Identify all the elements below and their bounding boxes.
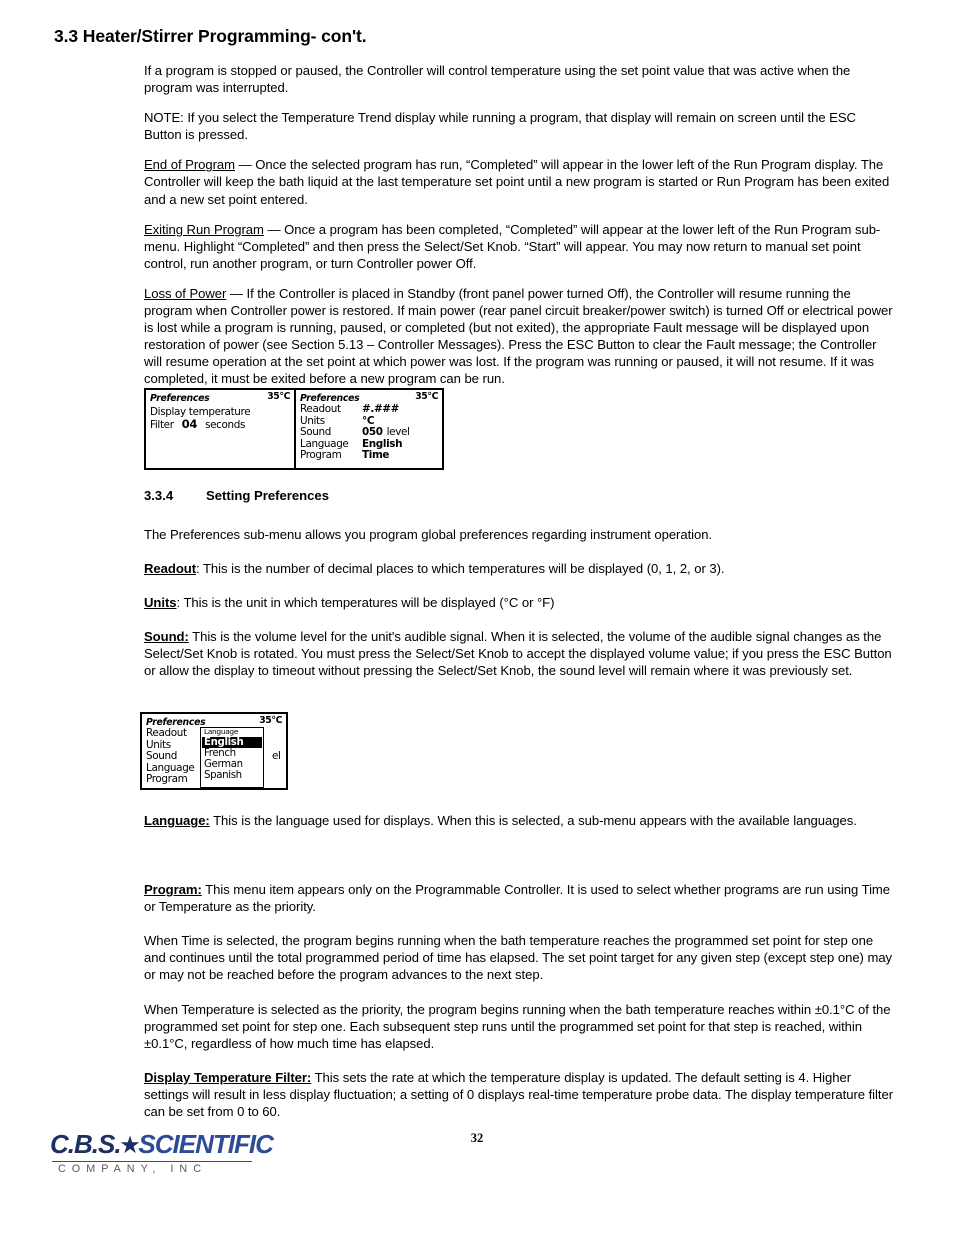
lcd-pair: Preferences 35°C Display temperature Fil… [144,388,444,470]
sound-text: This is the volume level for the unit's … [144,629,892,679]
loss-of-power-label: Loss of Power [144,285,227,301]
subsection-number: 3.3.4 [144,488,174,503]
lcd-filter-units: seconds [205,419,246,431]
paragraph-display-temperature-filter: Display Temperature Filter: This sets th… [144,1069,894,1120]
language-submenu-title: Language [204,727,239,736]
paragraph-loss-of-power: Loss of Power — If the Controller is pla… [144,285,894,388]
readout-text: : This is the number of decimal places t… [196,561,725,577]
paragraph-note: NOTE: If you select the Temperature Tren… [144,110,856,143]
program-text: This menu item appears only on the Progr… [144,882,891,915]
language-label: Language: [144,813,210,828]
lcd-row-partial-value: el [272,750,281,763]
lcd-row-readout: Readout #.### [300,403,438,416]
lcd-panel-preferences-list: Preferences 35°C Readout #.### Units °C So… [294,390,442,468]
paragraph-temperature-priority: When Temperature is selected as the prio… [144,1001,891,1051]
sound-label: Sound: [144,629,189,645]
exiting-run-program-label: Exiting Run Program [144,221,264,237]
paragraph-preferences-intro: The Preferences sub-menu allows you prog… [144,527,713,542]
end-of-program-text: — Once the selected program has run, “Co… [144,157,890,207]
figure-preferences-screens: Preferences 35°C Display temperature Fil… [144,388,444,470]
language-program-descriptions: Language: This is the language used for … [144,812,894,1133]
preferences-descriptions: The Preferences sub-menu allows you prog… [144,526,894,693]
subsection-block: 3.3.4 Setting Preferences [144,488,894,503]
language-text: This is the language used for displays. … [209,813,857,828]
language-option-english[interactable]: English [202,736,262,748]
end-of-program-label: End of Program [144,157,236,173]
body-column: If a program is stopped or paused, the C… [144,62,894,401]
lcd-line-filter: Filter 04 seconds [150,418,290,431]
lcd-row-value: #.### [362,403,400,415]
lcd-row-label: Readout [300,403,341,415]
language-option-french[interactable]: French [202,748,262,759]
lcd-temperature-readout: 35°C [415,391,438,402]
paragraph-end-of-program: End of Program — Once the selected progr… [144,156,894,207]
figure-language-submenu-screen: Preferences 35°C Readout Units Sound el L… [140,712,288,790]
page-number: 32 [470,1131,484,1145]
lcd-title: Preferences [150,393,210,404]
units-text: : This is the unit in which temperatures… [176,595,555,611]
lcd-header: Preferences 35°C [150,391,290,404]
lcd-row-label: Program [146,773,188,786]
display-temperature-filter-label: Display Temperature Filter: [144,1069,312,1085]
program-label: Program: [144,882,202,898]
logo-subtitle: COMPANY, INC [58,1163,207,1175]
paragraph-program: Program: This menu item appears only on … [144,881,894,915]
logo-divider [52,1161,252,1162]
subsection-title: Setting Preferences [206,488,329,503]
lcd-row-program: Program Time [300,450,438,462]
loss-of-power-text: — If the Controller is placed in Standby… [144,285,893,387]
paragraph-language: Language: This is the language used for … [144,812,894,829]
paragraph-time-priority: When Time is selected, the program begin… [144,933,893,983]
readout-label: Readout [144,561,197,577]
language-option-spanish[interactable]: Spanish [202,770,262,781]
paragraph-sound: Sound: This is the volume level for the … [144,628,894,679]
page-title: 3.3 Heater/Stirrer Programming- con't. [54,26,367,46]
lcd-line-display-temperature: Display temperature [150,406,251,418]
paragraph-units: Units: This is the unit in which tempera… [144,594,894,611]
lcd-row-label: Readout [146,727,187,739]
lcd-filter-label: Filter [150,419,174,431]
lcd-panel-language: Preferences 35°C Readout Units Sound el L… [140,712,288,790]
lcd-row-label: Program [300,449,342,462]
lcd-row-value: Time [362,449,390,462]
lcd-temperature-readout: 35°C [267,391,290,402]
subsection-heading: 3.3.4 Setting Preferences [144,488,894,503]
language-submenu[interactable]: Language English French German Spanish [200,727,264,788]
paragraph-intro: If a program is stopped or paused, the C… [144,63,851,96]
lcd-temperature-readout: 35°C [259,715,282,726]
lcd-panel-display-filter: Preferences 35°C Display temperature Fil… [146,390,294,468]
language-option-clipped[interactable] [202,782,262,786]
paragraph-exiting-run-program: Exiting Run Program — Once a program has… [144,221,894,272]
paragraph-readout: Readout: This is the number of decimal p… [144,560,894,577]
lcd-filter-value: 04 [181,417,198,431]
units-label: Units [144,595,177,611]
document-page: 3.3 Heater/Stirrer Programming- con't. I… [0,0,954,1235]
language-option-german[interactable]: German [202,759,262,770]
